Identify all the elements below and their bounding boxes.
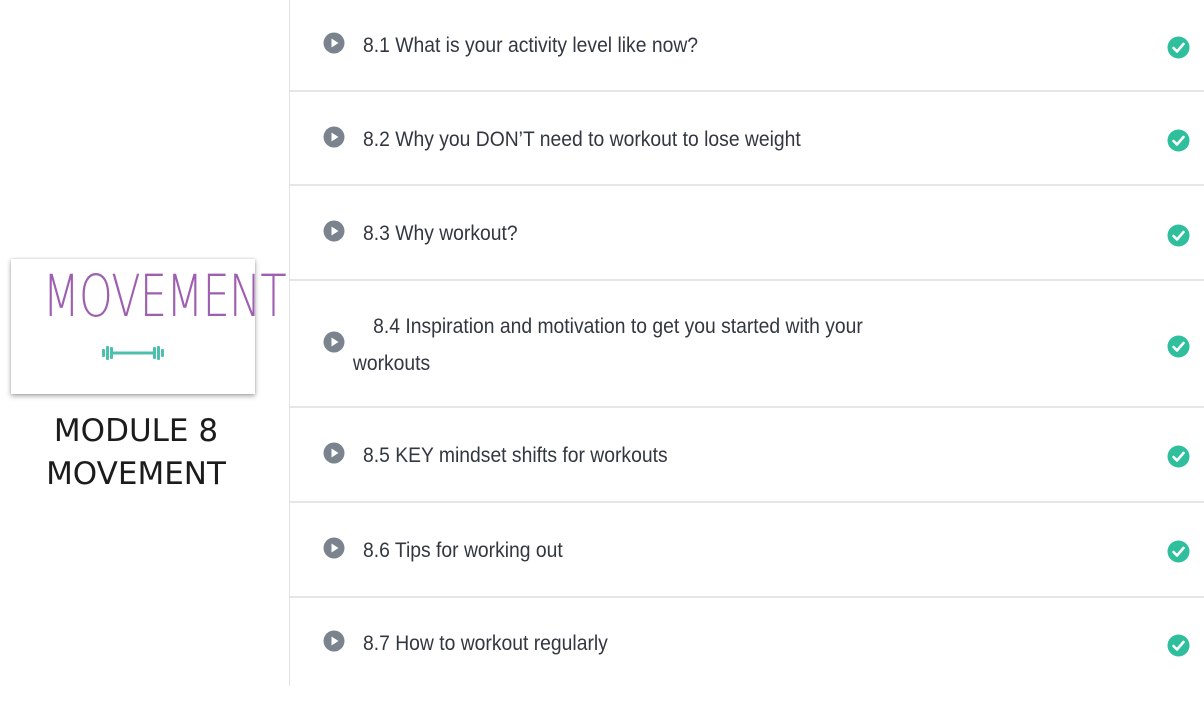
- module-name: MOVEMENT: [46, 456, 226, 492]
- play-icon: [323, 331, 345, 353]
- module-panel: MOVEMENT MODULE 8 MOVEMENT: [0, 0, 289, 703]
- module-title: MODULE 8 MOVEMENT: [0, 410, 272, 496]
- dumbbell-icon: [102, 346, 164, 360]
- play-icon: [323, 442, 345, 464]
- play-icon: [323, 537, 345, 559]
- thumbnail-word: MOVEMENT: [42, 262, 287, 330]
- lesson-title[interactable]: 8.5 KEY mindset shifts for workouts: [363, 444, 668, 468]
- lesson-title[interactable]: 8.6 Tips for working out: [363, 539, 563, 563]
- check-complete-icon: [1167, 224, 1190, 247]
- play-icon: [323, 126, 345, 148]
- check-complete-icon: [1167, 634, 1190, 657]
- lesson-title[interactable]: 8.1 What is your activity level like now…: [363, 34, 698, 58]
- check-complete-icon: [1167, 36, 1190, 59]
- lesson-title[interactable]: 8.4 Inspiration and motivation to get yo…: [353, 308, 970, 382]
- lesson-row[interactable]: 8.5 KEY mindset shifts for workouts: [290, 408, 1204, 503]
- module-number: MODULE 8: [53, 413, 219, 449]
- lesson-title-line: workouts: [352, 352, 431, 375]
- lesson-title-line: 8.4 Inspiration and motivation to get yo…: [373, 315, 863, 338]
- check-complete-icon: [1167, 540, 1190, 563]
- play-icon: [323, 630, 345, 652]
- play-icon: [323, 220, 345, 242]
- lesson-title[interactable]: 8.2 Why you DON’T need to workout to los…: [363, 128, 801, 152]
- lesson-row[interactable]: 8.1 What is your activity level like now…: [290, 0, 1204, 92]
- lesson-row[interactable]: 8.2 Why you DON’T need to workout to los…: [290, 92, 1204, 186]
- play-icon: [323, 32, 345, 54]
- check-complete-icon: [1167, 445, 1190, 468]
- lesson-row[interactable]: 8.6 Tips for working out: [290, 503, 1204, 598]
- check-complete-icon: [1167, 129, 1190, 152]
- lesson-list: 8.1 What is your activity level like now…: [289, 0, 1204, 686]
- module-thumbnail[interactable]: MOVEMENT: [11, 259, 287, 394]
- lesson-row[interactable]: 8.3 Why workout?: [290, 186, 1204, 281]
- lesson-title[interactable]: 8.7 How to workout regularly: [363, 632, 608, 656]
- lesson-row[interactable]: 8.7 How to workout regularly: [290, 598, 1204, 686]
- lesson-title[interactable]: 8.3 Why workout?: [363, 222, 518, 246]
- check-complete-icon: [1167, 335, 1190, 358]
- lesson-row[interactable]: 8.4 Inspiration and motivation to get yo…: [290, 281, 1204, 408]
